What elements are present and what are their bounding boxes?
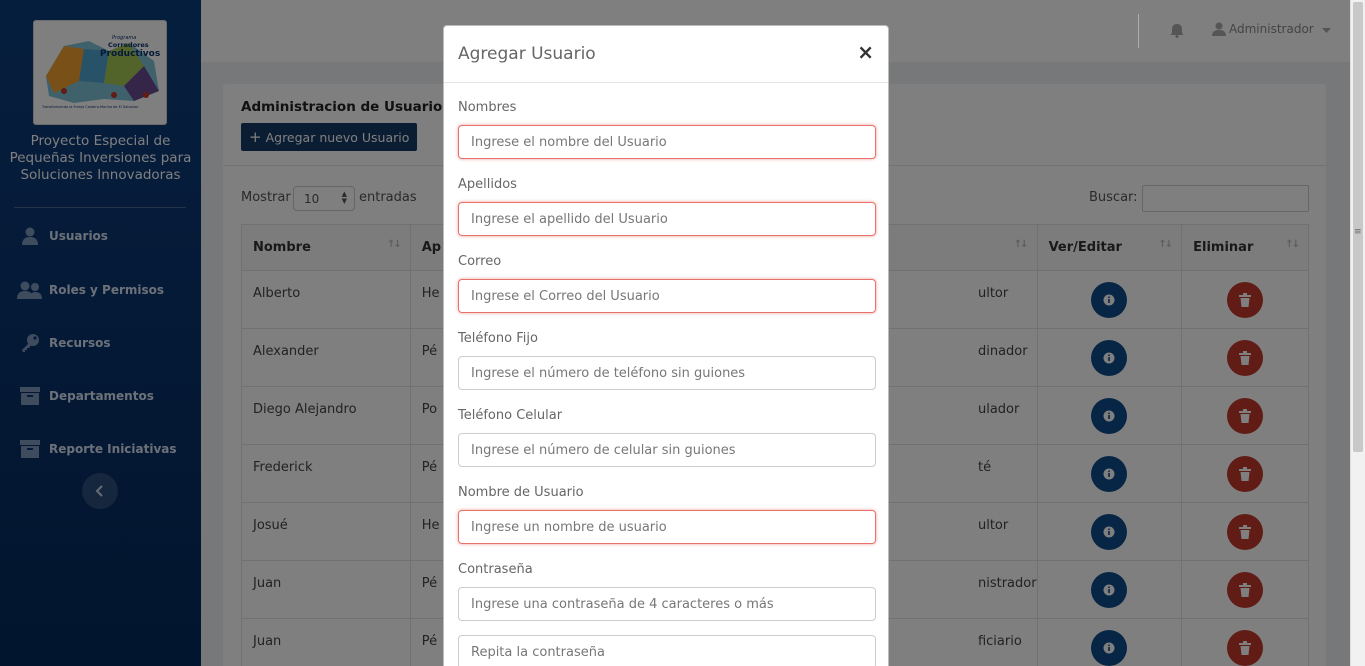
telefono-fijo-input[interactable]: [458, 356, 876, 390]
notifications-bell-icon[interactable]: [1170, 23, 1184, 42]
contrasena-label: Contraseña: [458, 562, 533, 577]
user-name: Administrador: [1229, 22, 1314, 36]
add-user-modal: Agregar Usuario × Nombres Apellidos Corr…: [443, 25, 889, 666]
page-scrollbar[interactable]: ≡: [1350, 0, 1365, 666]
contrasena-input[interactable]: [458, 587, 876, 621]
telefono-fijo-label: Teléfono Fijo: [458, 331, 538, 346]
close-button[interactable]: ×: [857, 42, 874, 62]
caret-down-icon: [1321, 22, 1331, 36]
header-divider: [1138, 14, 1139, 48]
repetir-contrasena-input[interactable]: [458, 635, 876, 666]
correo-input[interactable]: [458, 279, 876, 313]
user-icon: [1212, 22, 1226, 36]
nombres-input[interactable]: [458, 125, 876, 159]
nombre-usuario-input[interactable]: [458, 510, 876, 544]
nombres-label: Nombres: [458, 100, 517, 115]
nombre-usuario-label: Nombre de Usuario: [458, 485, 584, 500]
scrollbar-grip-icon: ≡: [1354, 227, 1362, 237]
user-menu[interactable]: Administrador: [1212, 22, 1331, 36]
modal-header: Agregar Usuario ×: [444, 26, 888, 83]
modal-title: Agregar Usuario: [458, 44, 596, 64]
telefono-celular-label: Teléfono Celular: [458, 408, 563, 423]
apellidos-label: Apellidos: [458, 177, 517, 192]
apellidos-input[interactable]: [458, 202, 876, 236]
correo-label: Correo: [458, 254, 502, 269]
telefono-celular-input[interactable]: [458, 433, 876, 467]
